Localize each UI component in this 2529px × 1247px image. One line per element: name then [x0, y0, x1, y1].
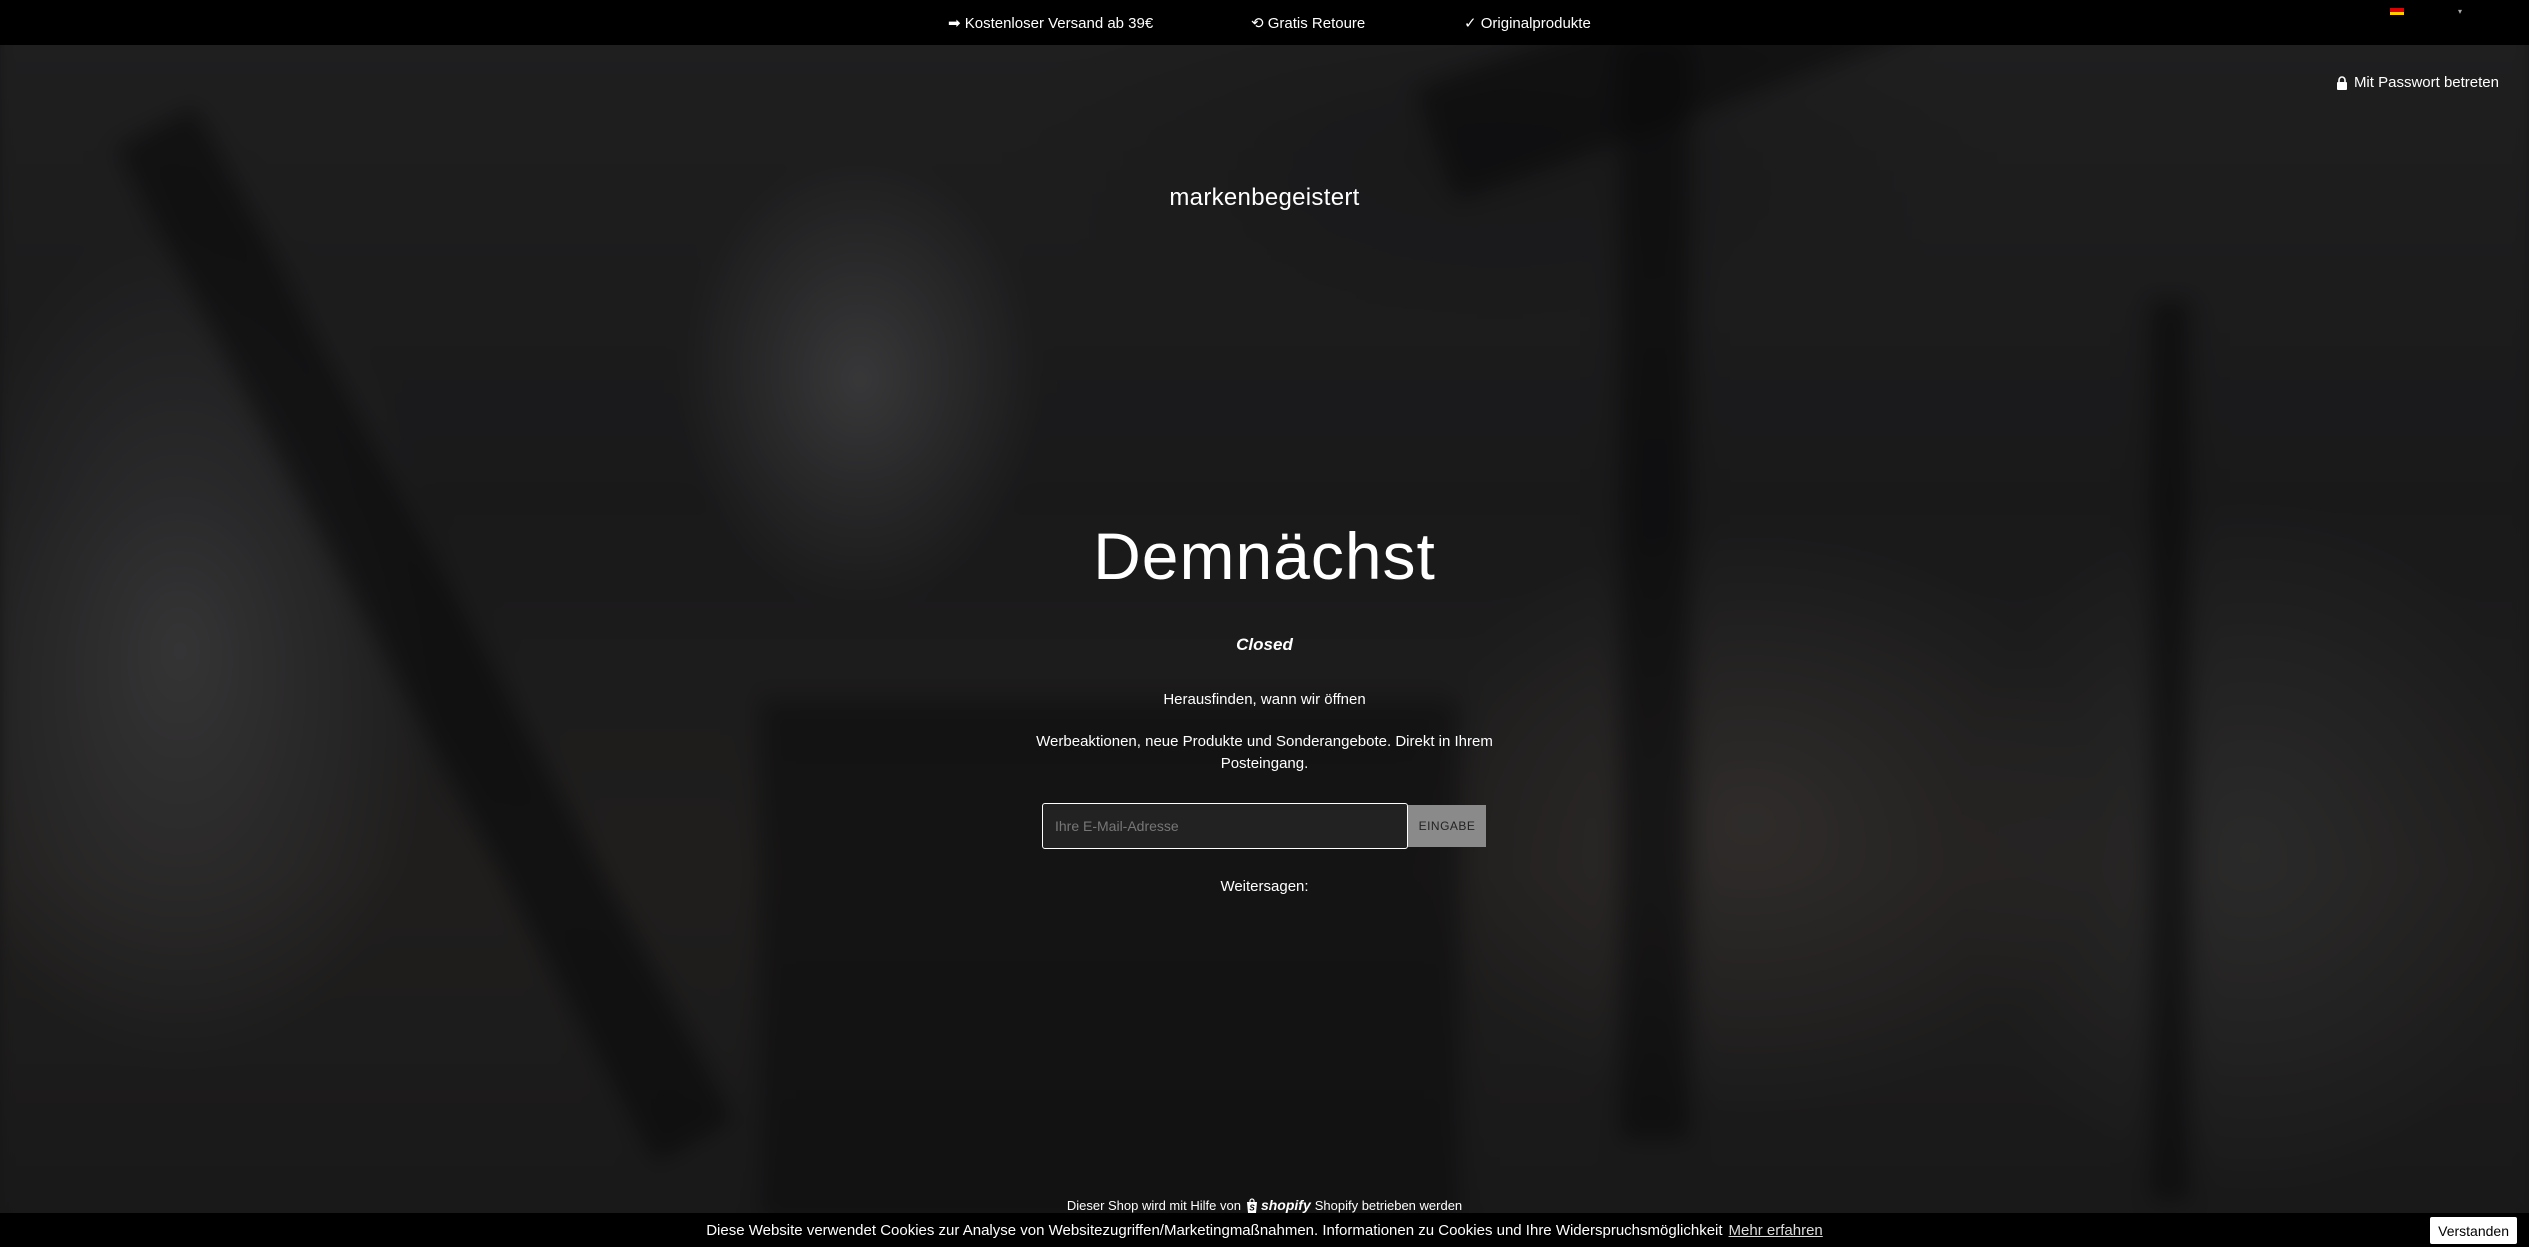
powered-by-suffix: Shopify betrieben werden	[1314, 1197, 1463, 1213]
language-flag-icon[interactable]	[2390, 5, 2404, 15]
shopify-logo-text: shopify	[1260, 1197, 1311, 1213]
announcement-original-products: ✓ Originalprodukte	[1464, 15, 1591, 32]
announcement-free-shipping: ➡ Kostenloser Versand ab 39€	[948, 15, 1154, 32]
powered-by-footer: Dieser Shop wird mit Hilfe von S shopify…	[0, 1197, 2529, 1213]
page-subtitle: Closed	[1236, 635, 1293, 654]
announcement-free-returns: ⟲ Gratis Retoure	[1251, 15, 1366, 32]
language-dropdown-icon[interactable]: ▾	[2458, 7, 2462, 16]
password-login-link[interactable]: Mit Passwort betreten	[2336, 74, 2499, 91]
submit-button[interactable]: EINGABE	[1408, 805, 1486, 847]
page-headline: Demnächst	[1093, 519, 1436, 593]
share-label: Weitersagen:	[1220, 878, 1309, 895]
cookie-text: Diese Website verwendet Cookies zur Anal…	[706, 1221, 1723, 1239]
svg-text:S: S	[1249, 1203, 1255, 1212]
shopify-logo[interactable]: S shopify	[1245, 1197, 1311, 1213]
opening-notice: Herausfinden, wann wir öffnen	[1163, 691, 1366, 708]
announcement-bar: ➡ Kostenloser Versand ab 39€ ⟲ Gratis Re…	[0, 0, 2529, 45]
shopify-bag-icon: S	[1246, 1197, 1257, 1213]
cookie-banner: Diese Website verwendet Cookies zur Anal…	[0, 1213, 2529, 1247]
lock-icon	[2336, 75, 2347, 90]
cookie-accept-button[interactable]: Verstanden	[2430, 1217, 2517, 1244]
newsletter-form: EINGABE	[1042, 803, 1486, 849]
promo-text: Werbeaktionen, neue Produkte und Sondera…	[1036, 733, 1493, 772]
password-link-label: Mit Passwort betreten	[2353, 74, 2499, 91]
promo-text-block: Werbeaktionen, neue Produkte und Sondera…	[0, 731, 2529, 775]
powered-by-prefix: Dieser Shop wird mit Hilfe von	[1066, 1197, 1241, 1213]
email-input[interactable]	[1042, 803, 1408, 849]
brand-name: markenbegeistert	[1169, 184, 1360, 211]
cookie-learn-more-link[interactable]: Mehr erfahren	[1729, 1222, 1823, 1239]
